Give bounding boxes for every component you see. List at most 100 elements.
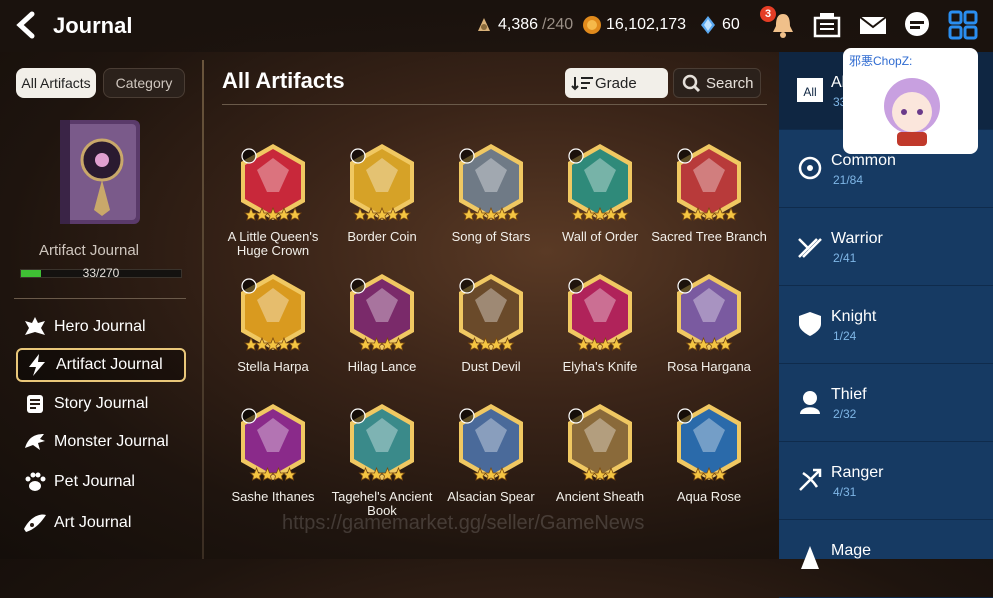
- skystone-display[interactable]: 60: [698, 15, 740, 35]
- artifact-name: Elyha's Knife: [562, 359, 638, 374]
- skystone-icon: [701, 16, 715, 34]
- lightning-icon: [29, 354, 45, 376]
- artifact-card[interactable]: Tagehel's Ancient Book: [328, 402, 436, 528]
- gold-display[interactable]: 16,102,173: [582, 15, 686, 35]
- artifact-card[interactable]: Aqua Rose: [655, 402, 763, 528]
- artifact-name: Sacred Tree Branch: [651, 229, 767, 244]
- warrior-icon: [798, 238, 822, 258]
- artifact-icon: [677, 274, 741, 351]
- nav-label: Art Journal: [54, 514, 132, 531]
- stamina-display[interactable]: 4,386/240: [474, 15, 573, 35]
- artifact-card[interactable]: Border Coin: [328, 142, 436, 268]
- nav-art-journal[interactable]: Art Journal: [16, 506, 186, 540]
- artifact-icon: [241, 274, 305, 351]
- title-rule: [222, 104, 767, 105]
- back-button[interactable]: [14, 10, 44, 40]
- common-icon: [798, 156, 822, 180]
- artifact-icon: [568, 274, 632, 351]
- artifact-icon: [350, 404, 414, 481]
- search-icon: [682, 74, 701, 93]
- panel-divider: [202, 60, 204, 559]
- artifact-name: Sashe Ithanes: [231, 489, 315, 504]
- tab-category[interactable]: Category: [103, 68, 185, 98]
- hero-icon: [25, 317, 45, 335]
- artifact-card[interactable]: Alsacian Spear: [437, 402, 545, 528]
- nav-hero-journal[interactable]: Hero Journal: [16, 310, 186, 344]
- category-name: Knight: [831, 308, 877, 325]
- skystone-value: 60: [722, 16, 740, 33]
- artifact-name: Rosa Hargana: [667, 359, 751, 374]
- nav-label: Pet Journal: [54, 473, 135, 490]
- category-warrior[interactable]: Warrior 2/41: [779, 208, 993, 286]
- gold-value: 16,102,173: [606, 16, 687, 33]
- thief-icon: [800, 391, 820, 414]
- art-icon: [24, 514, 46, 532]
- divider: [14, 298, 186, 299]
- artifact-card[interactable]: Sashe Ithanes: [219, 402, 327, 528]
- nav-monster-journal[interactable]: Monster Journal: [16, 425, 186, 459]
- artifact-icon: [350, 144, 414, 221]
- artifact-name: Hilag Lance: [347, 359, 417, 374]
- team-icon: [813, 13, 841, 38]
- knight-icon: [799, 312, 821, 336]
- grade-sort-button[interactable]: Grade: [565, 68, 668, 98]
- artifact-name: Stella Harpa: [237, 359, 309, 374]
- artifact-name: Song of Stars: [451, 229, 531, 244]
- nav-label: Hero Journal: [54, 318, 146, 335]
- artifact-icon: [459, 274, 523, 351]
- category-mage[interactable]: Mage: [779, 520, 993, 598]
- paw-icon: [25, 472, 46, 491]
- artifact-card[interactable]: Ancient Sheath: [546, 402, 654, 528]
- nav-story-journal[interactable]: Story Journal: [16, 387, 186, 421]
- artifact-card[interactable]: Elyha's Knife: [546, 272, 654, 398]
- grade-label: Grade: [595, 74, 637, 92]
- search-button[interactable]: Search: [673, 68, 761, 98]
- artifact-name: Ancient Sheath: [555, 489, 645, 504]
- chat-bubble[interactable]: 邪悪ChopZ:: [843, 48, 978, 154]
- mail-button[interactable]: [858, 10, 888, 40]
- artifact-icon: [568, 144, 632, 221]
- grid-menu-icon: [948, 10, 978, 40]
- artifact-card[interactable]: Sacred Tree Branch: [651, 142, 767, 268]
- artifact-icon: [241, 144, 305, 221]
- category-name: Mage: [831, 542, 872, 559]
- nav-label: Artifact Journal: [56, 356, 163, 373]
- category-name: Common: [831, 152, 896, 169]
- menu-button[interactable]: [948, 10, 978, 40]
- artifact-card[interactable]: Wall of Order: [546, 142, 654, 268]
- artifact-card[interactable]: Song of Stars: [437, 142, 545, 268]
- nav-artifact-journal[interactable]: Artifact Journal: [16, 348, 186, 382]
- artifact-icon: [350, 274, 414, 351]
- nav-label: Monster Journal: [54, 433, 169, 450]
- artifact-icon: [568, 404, 632, 481]
- category-ranger[interactable]: Ranger 4/31: [779, 442, 993, 520]
- search-label: Search: [706, 74, 754, 92]
- artifact-name: Aqua Rose: [676, 489, 742, 504]
- artifact-name: Border Coin: [347, 229, 417, 244]
- team-button[interactable]: [812, 10, 842, 40]
- chat-button[interactable]: [902, 10, 932, 40]
- artifact-card[interactable]: Dust Devil: [437, 272, 545, 398]
- artifact-card[interactable]: A Little Queen's Huge Crown: [219, 142, 327, 268]
- left-panel: All Artifacts Category Artifact Journal …: [0, 52, 200, 559]
- back-arrow-icon: [16, 11, 35, 39]
- category-thief[interactable]: Thief 2/32: [779, 364, 993, 442]
- nav-label: Story Journal: [54, 395, 149, 412]
- category-count: 21/84: [833, 173, 864, 187]
- category-count: 2/41: [833, 251, 857, 265]
- notification-badge: 3: [760, 6, 776, 22]
- chat-icon: [905, 12, 929, 36]
- chat-user-name: 邪悪ChopZ:: [849, 54, 913, 68]
- journal-label: Artifact Journal: [38, 242, 140, 259]
- scroll-icon: [27, 395, 43, 413]
- gold-icon: [583, 16, 601, 34]
- artifact-name: Alsacian Spear: [447, 489, 535, 504]
- artifact-card[interactable]: Hilag Lance: [328, 272, 436, 398]
- nav-pet-journal[interactable]: Pet Journal: [16, 465, 186, 499]
- tab-all-artifacts[interactable]: All Artifacts: [16, 68, 96, 98]
- top-bar: Journal 4,386/240 16,102,173 60 3: [0, 0, 993, 52]
- artifact-card[interactable]: Rosa Hargana: [655, 272, 763, 398]
- category-knight[interactable]: Knight 1/24: [779, 286, 993, 364]
- artifact-icon: [677, 404, 741, 481]
- artifact-card[interactable]: Stella Harpa: [219, 272, 327, 398]
